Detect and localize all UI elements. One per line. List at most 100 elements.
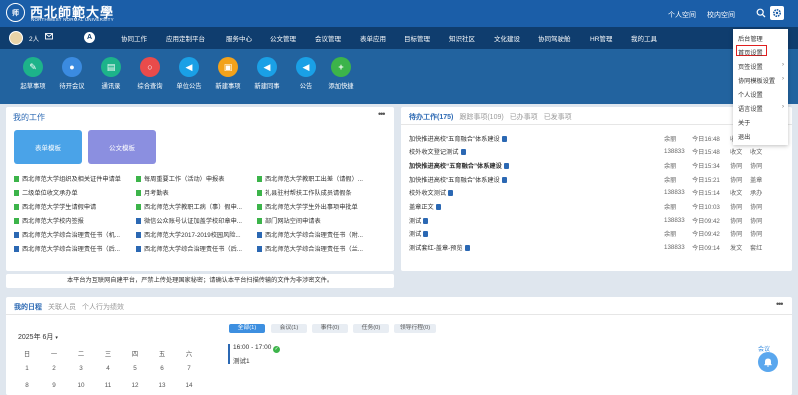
tab-related-people[interactable]: 关联人员 xyxy=(48,304,76,311)
nav-app-platform[interactable]: 应用定制平台 xyxy=(166,33,205,43)
tab-done[interactable]: 已办事项 xyxy=(510,114,538,121)
work-item[interactable]: 礼县驻村帮扶工作队成员请假条 xyxy=(257,188,375,197)
menu-language[interactable]: 语言设置 xyxy=(738,104,763,113)
app-switch-icon[interactable]: A xyxy=(84,32,95,43)
work-item[interactable]: 二级单位收文承办单 xyxy=(14,188,132,197)
quick-unit-notice[interactable]: ◀ 单位公告 xyxy=(169,57,209,90)
gear-icon[interactable] xyxy=(770,6,784,20)
todo-row[interactable]: 校外收文测试 138833 今日15:14 收文 承办 xyxy=(409,187,789,199)
more-icon[interactable]: ••• xyxy=(378,109,386,119)
work-item[interactable]: 西北师范大学综合治理责任书（附... xyxy=(257,230,375,239)
quick-draft[interactable]: ✎ 起草事项 xyxy=(13,57,53,90)
calendar-day[interactable]: 2 xyxy=(39,365,69,372)
tab-my-schedule[interactable]: 我的日程 xyxy=(14,304,42,311)
tab-pending[interactable]: 待办工作(175) xyxy=(409,114,453,121)
work-item[interactable]: 每周重要工作（活动）申报表 xyxy=(136,174,254,183)
nav-culture[interactable]: 文化建设 xyxy=(494,33,520,43)
work-item[interactable]: 西北师范大学综合治理责任书（后... xyxy=(136,244,254,253)
todo-row[interactable]: 校外收文登记测试 138833 今日15:48 收文 收文 xyxy=(409,146,789,158)
todo-title: 测试 xyxy=(409,216,664,225)
menu-admin[interactable]: 后台管理 xyxy=(738,34,763,43)
quick-contacts[interactable]: ▤ 通讯录 xyxy=(91,57,131,90)
mail-icon[interactable] xyxy=(45,33,53,42)
work-item[interactable]: 微信公众账号认证加盖学校印章申... xyxy=(136,216,254,225)
menu-home-settings[interactable]: 首页设置 xyxy=(738,48,763,57)
calendar-day[interactable]: 10 xyxy=(66,382,96,389)
work-item[interactable]: 西北师范大学2017-2019校园风险... xyxy=(136,230,254,239)
more-icon[interactable]: ••• xyxy=(776,299,784,309)
calendar-day[interactable]: 7 xyxy=(174,365,204,372)
nav-knowledge[interactable]: 知识社区 xyxy=(449,33,475,43)
calendar-day[interactable]: 3 xyxy=(66,365,96,372)
personal-space-link[interactable]: 个人空间 xyxy=(668,10,696,20)
avatar[interactable] xyxy=(9,31,23,45)
quick-new-item[interactable]: ▣ 新建事项 xyxy=(208,57,248,90)
my-work-title: 我的工作 xyxy=(13,113,45,122)
event-title[interactable]: 测试1 xyxy=(233,355,250,365)
schedule-filter[interactable]: 领导行程(0) xyxy=(394,324,436,333)
tab-tracking[interactable]: 跟踪事项(109) xyxy=(459,114,503,121)
menu-personal-settings[interactable]: 个人设置 xyxy=(738,90,763,99)
menu-about[interactable]: 关于 xyxy=(738,118,750,127)
calendar-day[interactable]: 6 xyxy=(147,365,177,372)
nav-collaboration[interactable]: 协同工作 xyxy=(121,33,147,43)
menu-collab-template[interactable]: 协同模板设置 xyxy=(738,76,775,85)
schedule-filter[interactable]: 任务(0) xyxy=(353,324,389,333)
quick-meetings[interactable]: ● 待开会议 xyxy=(52,57,92,90)
nav-my-tools[interactable]: 我的工具 xyxy=(631,33,657,43)
work-item[interactable]: 西北师范大学教职工出差（请假）... xyxy=(257,174,375,183)
schedule-filter[interactable]: 事件(0) xyxy=(312,324,348,333)
quick-add-shortcut[interactable]: + 添加快捷 xyxy=(321,57,361,90)
todo-row[interactable]: 加快推进高校“五育融合”体系建设 余丽 今日15:34 协同 协同 xyxy=(409,159,789,171)
nav-goal-mgmt[interactable]: 目标管理 xyxy=(404,33,430,43)
nav-document-mgmt[interactable]: 公文管理 xyxy=(270,33,296,43)
calendar-day[interactable]: 12 xyxy=(120,382,150,389)
calendar-day[interactable]: 4 xyxy=(93,365,123,372)
calendar-day[interactable]: 9 xyxy=(39,382,69,389)
megaphone-icon: ◀ xyxy=(296,57,316,77)
search-icon[interactable] xyxy=(754,6,768,20)
calendar-day[interactable]: 5 xyxy=(120,365,150,372)
todo-row[interactable]: 测试套红-盖章-预览 138833 今日09:14 发文 套红 xyxy=(409,242,789,254)
todo-row[interactable]: 盖章正文 余丽 今日10:03 协同 协同 xyxy=(409,201,789,213)
work-item[interactable]: 西北师范大学校内签报 xyxy=(14,216,132,225)
bell-icon[interactable] xyxy=(758,352,778,372)
work-item[interactable]: 西北师范大学综合治理责任书（机... xyxy=(14,230,132,239)
calendar-day[interactable]: 13 xyxy=(147,382,177,389)
menu-tab-settings[interactable]: 页签设置 xyxy=(738,62,763,71)
work-item[interactable]: 西北师范大学综合治理责任书（后... xyxy=(14,244,132,253)
nav-cockpit[interactable]: 协同驾驶舱 xyxy=(538,33,571,43)
work-item[interactable]: 部门网站空间申请表 xyxy=(257,216,375,225)
calendar-day[interactable]: 11 xyxy=(93,382,123,389)
tab-performance[interactable]: 个人行为绩效 xyxy=(82,304,124,311)
todo-row[interactable]: 测试 138833 今日09:42 协同 协同 xyxy=(409,214,789,226)
work-item[interactable]: 西北师范大学学生外出事项申批单 xyxy=(257,202,375,211)
tab-sent[interactable]: 已发事项 xyxy=(544,114,572,121)
todo-time: 今日09:14 xyxy=(692,245,720,253)
todo-row[interactable]: 测试 余丽 今日09:42 协同 协同 xyxy=(409,228,789,240)
nav-hr[interactable]: HR管理 xyxy=(590,33,612,43)
schedule-filter[interactable]: 会议(1) xyxy=(271,324,307,333)
school-space-link[interactable]: 校内空间 xyxy=(707,10,735,20)
doc-template-card[interactable]: 公文模板 xyxy=(88,130,156,164)
todo-row[interactable]: 加快推进高校“五育融合”体系建设 余丽 今日15:21 协同 盖章 xyxy=(409,173,789,185)
menu-logout[interactable]: 退出 xyxy=(738,132,750,141)
nav-service-center[interactable]: 服务中心 xyxy=(226,33,252,43)
schedule-filter[interactable]: 全部(1) xyxy=(229,324,265,333)
nav-meeting-mgmt[interactable]: 会议管理 xyxy=(315,33,341,43)
work-item[interactable]: 西北师范大学组织及相关证件申请单 xyxy=(14,174,132,183)
todo-row[interactable]: 加快推进高校“五育融合”体系建设余丽今日16:48收文协同 xyxy=(409,132,789,144)
calendar-day[interactable]: 1 xyxy=(12,365,42,372)
work-item[interactable]: 月考勤表 xyxy=(136,188,254,197)
work-item[interactable]: 西北师范大学教职工病（事）假申... xyxy=(136,202,254,211)
work-item[interactable]: 西北师范大学学生请假申请 xyxy=(14,202,132,211)
calendar-day[interactable]: 8 xyxy=(12,382,42,389)
form-template-card[interactable]: 表单模板 xyxy=(14,130,82,164)
quick-new-colleague[interactable]: ◀ 新建同事 xyxy=(247,57,287,90)
calendar-month[interactable]: 2025年 6月 ▾ xyxy=(18,332,58,342)
nav-form-apps[interactable]: 表单应用 xyxy=(360,33,386,43)
work-item[interactable]: 西北师范大学综合治理责任书（兰... xyxy=(257,244,375,253)
quick-query[interactable]: ○ 综合查询 xyxy=(130,57,170,90)
quick-announcement[interactable]: ◀ 公告 xyxy=(286,57,326,90)
calendar-day[interactable]: 14 xyxy=(174,382,204,389)
